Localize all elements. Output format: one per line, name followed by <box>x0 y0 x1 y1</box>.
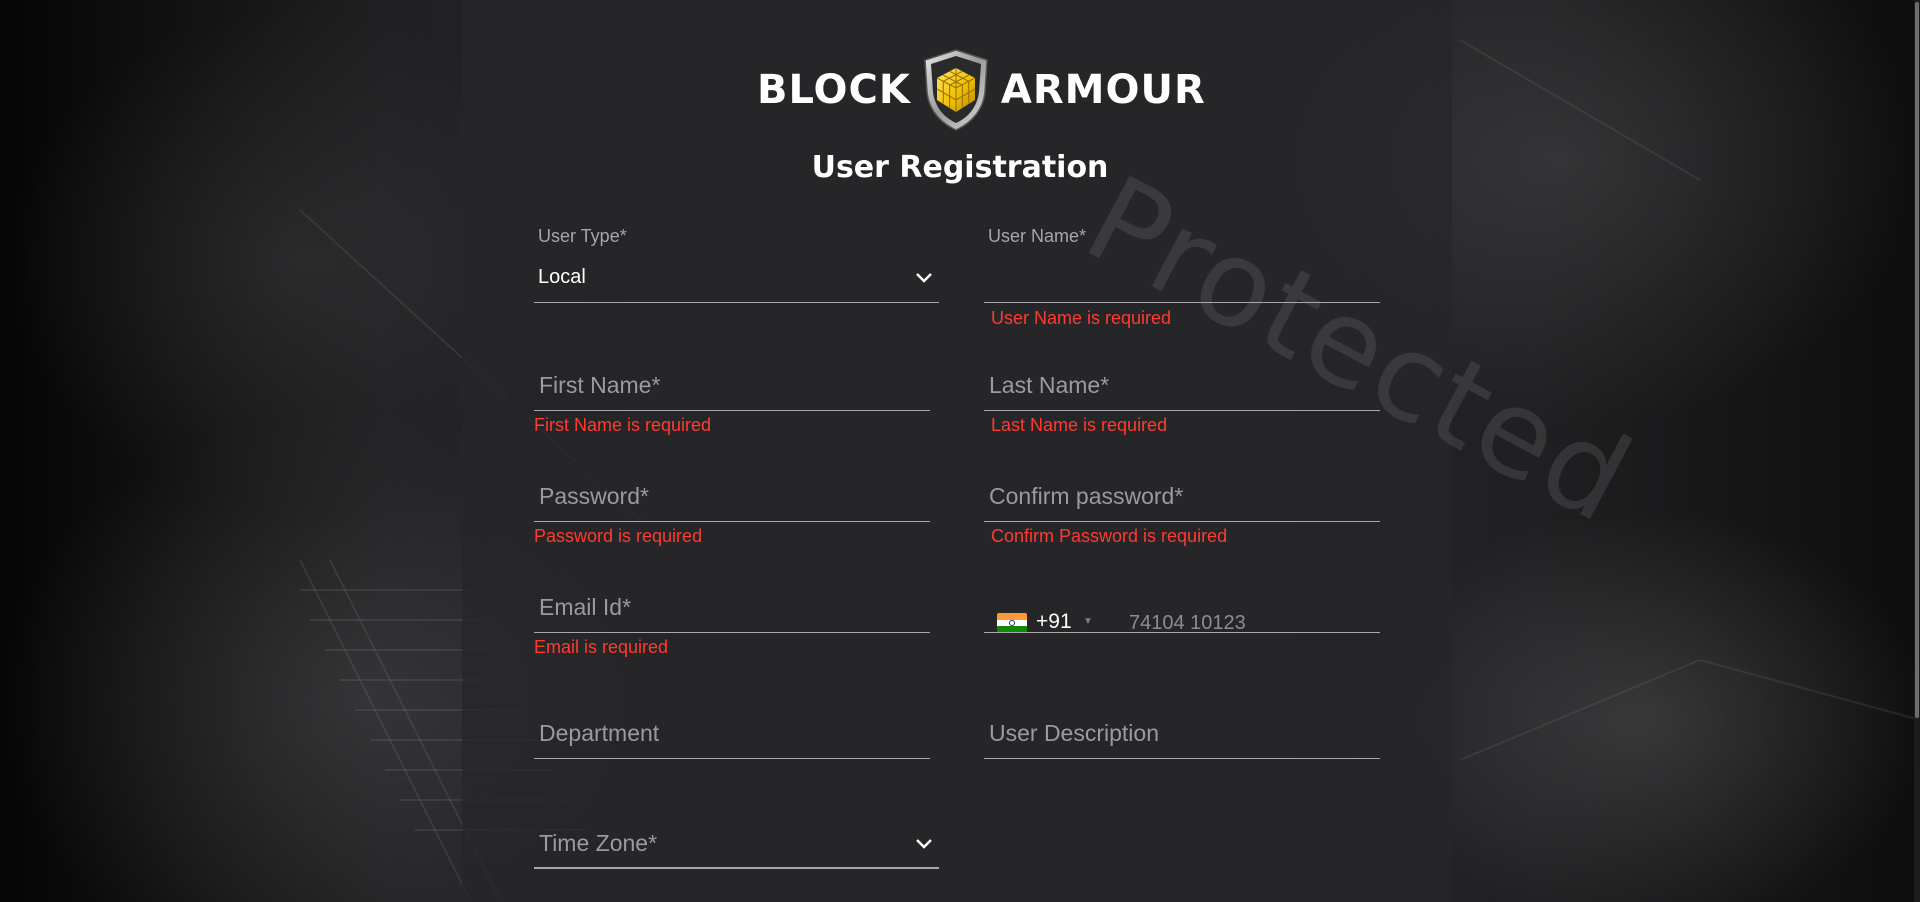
password-placeholder: Password* <box>539 483 649 509</box>
field-underline <box>984 632 1380 633</box>
field-underline <box>534 632 930 633</box>
user-name-input[interactable]: User Name* <box>984 226 1380 303</box>
user-name-error: User Name is required <box>991 308 1172 328</box>
field-underline <box>534 410 930 411</box>
department-placeholder: Department <box>539 720 660 746</box>
logo-text-left: BLOCK <box>757 67 911 113</box>
confirm-password-placeholder: Confirm password* <box>989 483 1184 509</box>
field-underline <box>534 758 930 759</box>
field-underline <box>534 521 930 522</box>
user-type-value: Local <box>538 266 586 288</box>
field-underline <box>984 521 1380 522</box>
user-description-input[interactable]: User Description <box>984 708 1380 759</box>
caret-down-icon[interactable]: ▼ <box>1083 616 1093 627</box>
field-underline <box>984 758 1380 759</box>
user-type-select[interactable]: User Type* Local <box>534 226 939 303</box>
registration-panel <box>462 0 1452 902</box>
email-error: Email is required <box>534 637 669 657</box>
email-placeholder: Email Id* <box>539 594 632 620</box>
page-title: User Registration <box>811 150 1109 185</box>
page-scrollbar[interactable] <box>1914 0 1920 902</box>
field-underline <box>534 867 939 869</box>
time-zone-placeholder: Time Zone* <box>539 830 658 856</box>
logo-text-right: ARMOUR <box>1000 67 1206 113</box>
field-underline <box>534 302 939 303</box>
field-underline <box>984 302 1380 303</box>
last-name-input[interactable]: Last Name* <box>984 360 1380 411</box>
password-error: Password is required <box>534 526 703 546</box>
confirm-password-error: Confirm Password is required <box>991 526 1228 546</box>
chevron-down-icon <box>916 273 932 283</box>
last-name-error: Last Name is required <box>991 415 1168 435</box>
india-flag-icon[interactable] <box>997 613 1027 633</box>
last-name-placeholder: Last Name* <box>989 372 1110 398</box>
phone-input[interactable]: +91 ▼ 74104 10123 <box>984 585 1380 634</box>
first-name-placeholder: First Name* <box>539 372 661 398</box>
first-name-input[interactable]: First Name* <box>534 360 930 411</box>
department-input[interactable]: Department <box>534 708 930 759</box>
field-underline <box>984 410 1380 411</box>
time-zone-select[interactable]: Time Zone* <box>534 818 939 869</box>
user-type-label: User Type* <box>538 226 627 246</box>
user-description-placeholder: User Description <box>989 720 1159 746</box>
brand-logo: BLOCK ARMOUR <box>757 48 1206 132</box>
password-input[interactable]: Password* <box>534 471 930 522</box>
email-input[interactable]: Email Id* <box>534 582 930 633</box>
scrollbar-thumb[interactable] <box>1915 2 1919 718</box>
user-name-label: User Name* <box>988 226 1087 246</box>
confirm-password-input[interactable]: Confirm password* <box>984 471 1380 522</box>
first-name-error: First Name is required <box>534 415 712 435</box>
dial-code[interactable]: +91 <box>1036 610 1072 634</box>
chevron-down-icon <box>916 839 932 849</box>
shield-cube-icon <box>924 49 988 131</box>
